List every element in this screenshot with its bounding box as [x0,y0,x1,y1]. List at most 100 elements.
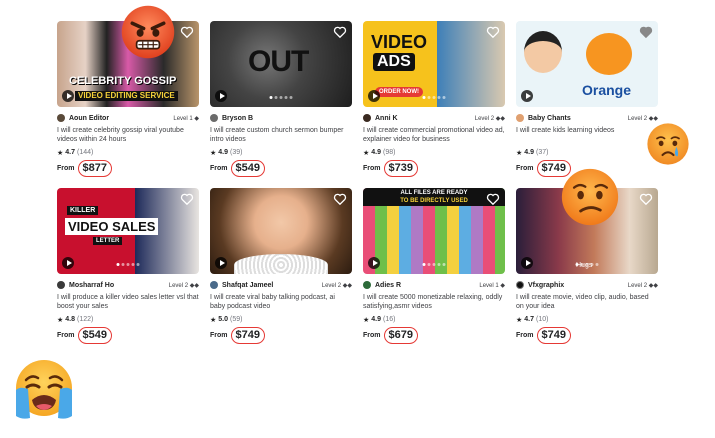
avatar[interactable] [363,281,371,289]
gig-card[interactable]: Orange Baby Chants Level 2 ◆◆ I will crea… [516,21,658,177]
thumbnail-subheadline: TO BE DIRECTLY USED [363,197,505,206]
seller-level: Level 2 ◆◆ [321,282,352,289]
play-icon[interactable] [215,90,227,102]
play-icon[interactable] [215,257,227,269]
gig-thumbnail[interactable]: OUT [210,21,352,107]
gig-card[interactable]: ALL FILES ARE READY TO BE DIRECTLY USED … [363,188,505,344]
avatar[interactable] [516,281,524,289]
play-icon[interactable] [368,90,380,102]
carousel-dots[interactable] [269,96,293,99]
play-icon[interactable] [368,257,380,269]
avatar[interactable] [210,281,218,289]
heart-icon[interactable] [639,25,653,39]
gig-title[interactable]: I will create celebrity gossip viral you… [57,126,199,144]
gig-title[interactable]: I will create viral baby talking podcast… [210,293,352,311]
seller-name[interactable]: Aoun Editor [69,115,173,122]
confused-face-emoji [561,168,619,226]
gig-card[interactable]: VIDEO ADS ORDER NOW! Anni K Level 2 ◆◆ I … [363,21,505,177]
review-count: (122) [77,316,94,323]
play-icon[interactable] [62,90,74,102]
review-count: (59) [230,316,243,323]
star-icon: ★ [57,149,64,157]
review-count: (10) [536,316,549,323]
gig-title[interactable]: I will create commercial promotional vid… [363,126,505,144]
gig-thumbnail[interactable]: VIDEO ADS ORDER NOW! [363,21,505,107]
star-icon: ★ [210,149,217,157]
gig-thumbnail[interactable]: ALL FILES ARE READY TO BE DIRECTLY USED [363,188,505,274]
star-icon: ★ [516,316,523,324]
seller-name[interactable]: Vfxgraphix [528,282,628,289]
carousel-dots[interactable] [422,263,446,266]
price-from-label: From [516,332,534,339]
avatar[interactable] [57,281,65,289]
price-from-label: From [210,332,228,339]
gig-card[interactable]: KILLER VIDEO SALES LETTER Mosharraf Ho Le… [57,188,199,344]
gig-price: $679 [383,327,418,344]
price-from-label: From [57,165,75,172]
gig-title[interactable]: I will create movie, video clip, audio, … [516,293,658,311]
star-icon: ★ [57,316,64,324]
heart-icon[interactable] [333,25,347,39]
crying-face-emoji [647,123,689,165]
gig-title[interactable]: I will create 5000 monetizable relaxing,… [363,293,505,311]
heart-icon[interactable] [333,192,347,206]
avatar[interactable] [57,114,65,122]
heart-icon[interactable] [180,25,194,39]
carousel-dots[interactable] [116,263,140,266]
star-icon: ★ [210,316,217,324]
seller-level: Level 2 ◆◆ [627,115,658,122]
gig-price: $749 [536,327,571,344]
play-icon[interactable] [521,90,533,102]
heart-icon[interactable] [180,192,194,206]
price-from-label: From [363,332,381,339]
avatar[interactable] [516,114,524,122]
carousel-dots[interactable] [575,263,599,266]
gig-thumbnail[interactable]: KILLER VIDEO SALES LETTER [57,188,199,274]
review-count: (98) [383,149,396,156]
avatar[interactable] [210,114,218,122]
rating-score: 4.7 [524,316,535,323]
seller-name[interactable]: Bryson B [222,115,352,122]
price-from-label: From [210,165,228,172]
review-count: (144) [77,149,94,156]
heart-icon[interactable] [639,192,653,206]
seller-name[interactable]: Shafqat Jameel [222,282,322,289]
avatar[interactable] [363,114,371,122]
price-from-label: From [363,165,381,172]
seller-level: Level 2 ◆◆ [474,115,505,122]
gig-title[interactable]: I will create kids learning videos [516,126,658,144]
rating-score: 4.9 [524,149,535,156]
gig-card[interactable]: OUT Bryson B I will create custom church… [210,21,352,177]
gig-title[interactable]: I will create custom church sermon bumpe… [210,126,352,144]
rating-score: 4.9 [371,316,382,323]
star-icon: ★ [363,149,370,157]
thumbnail-headline: KILLER [67,206,99,215]
rating-score: 4.9 [371,149,382,156]
play-icon[interactable] [62,257,74,269]
price-from-label: From [516,165,534,172]
carousel-dots[interactable] [422,96,446,99]
heart-icon[interactable] [486,25,500,39]
thumbnail-headline: VIDEO [371,32,428,52]
gig-title[interactable]: I will produce a killer video sales lett… [57,293,199,311]
gig-price: $549 [77,327,112,344]
seller-name[interactable]: Anni K [375,115,475,122]
heart-icon[interactable] [486,192,500,206]
review-count: (39) [230,149,243,156]
gig-price: $549 [230,160,265,177]
gig-thumbnail[interactable] [210,188,352,274]
review-count: (37) [536,149,549,156]
gig-thumbnail[interactable]: Orange [516,21,658,107]
seller-name[interactable]: Mosharraf Ho [69,282,169,289]
seller-name[interactable]: Baby Chants [528,115,628,122]
star-icon: ★ [516,149,523,157]
thumbnail-subheadline: VIDEO SALES [65,218,159,235]
seller-name[interactable]: Adies R [375,282,479,289]
play-icon[interactable] [521,257,533,269]
review-count: (16) [383,316,396,323]
rating-score: 4.7 [65,149,76,156]
gig-card[interactable]: Shafqat Jameel Level 2 ◆◆ I will create v… [210,188,352,344]
thumbnail-headline: CELEBRITY GOSSIP [69,75,177,87]
thumbnail-subheadline: VIDEO EDITING SERVICE [75,91,178,101]
seller-level: Level 2 ◆◆ [168,282,199,289]
